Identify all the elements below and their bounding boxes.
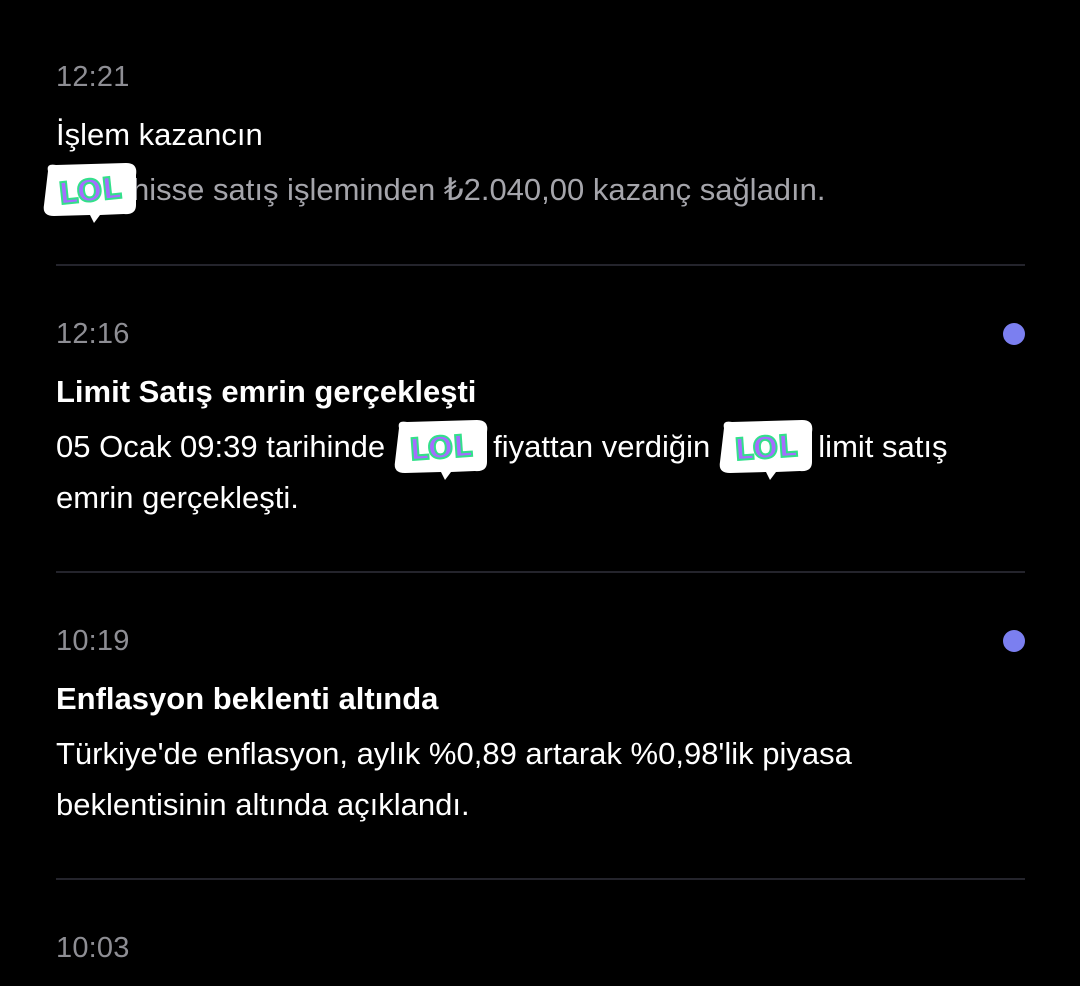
notification-time: 10:03 [56,932,130,964]
notification-item[interactable]: 12:16 Limit Satış emrin gerçekleşti 05 O… [56,312,1025,572]
notification-body: Türkiye'de enflasyon, aylık %0,89 artara… [56,736,852,822]
notification-time: 10:19 [56,625,130,657]
notification-body: LOL hisse satış işleminden ₺2.040,00 kaza… [43,162,1025,223]
notification-body-text: hisse satış işleminden ₺2.040,00 kazanç … [132,172,826,207]
notification-time: 12:21 [56,61,130,93]
notification-title: İşlem kazancın [56,117,263,152]
notification-body-text: 05 Ocak 09:39 tarihinde [56,429,386,464]
notification-item[interactable]: 10:19 Enflasyon beklenti altında Türkiye… [56,619,1025,879]
sticker-text: LOL [734,429,799,468]
lol-sticker-icon: LOL [714,418,814,480]
notification-title: Limit Satış emrin gerçekleşti [56,374,477,409]
notification-item[interactable]: 10:03 [56,926,1025,986]
notification-item[interactable]: 12:21 İşlem kazancın LOL hisse satış işle… [43,55,1025,265]
divider [56,878,1025,880]
notification-feed: 12:21 İşlem kazancın LOL hisse satış işle… [0,0,1080,964]
unread-indicator [1003,323,1025,345]
notification-body: 05 Ocak 09:39 tarihinde LOL fiyattan verdi… [56,418,1025,523]
unread-indicator [1003,630,1025,652]
divider [56,571,1025,573]
notification-body-text: fiyattan verdiğin [493,429,711,464]
sticker-text: LOL [409,429,474,468]
notification-time: 12:16 [56,318,130,350]
sticker-text: LOL [57,171,123,212]
lol-sticker-icon: LOL [389,418,489,480]
notification-title: Enflasyon beklenti altında [56,681,439,716]
divider [56,264,1025,266]
lol-sticker-icon: LOL [38,161,138,223]
